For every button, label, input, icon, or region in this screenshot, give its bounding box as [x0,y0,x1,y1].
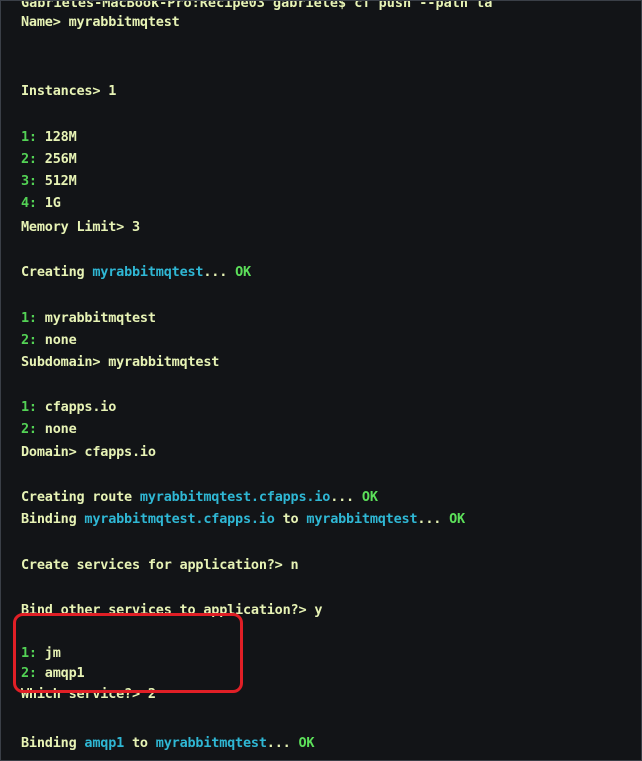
instances-prompt-line: Instances> 1 [21,82,116,100]
binding-service-line-part: ... [266,735,299,751]
service-selection-highlight [13,613,243,693]
memory-option-1-part: 1: [21,129,37,145]
domain-prompt-line-part: Domain> cfapps.io [21,444,156,460]
binding-route-line-part: to [274,511,307,527]
binding-route-line-part: ... [417,511,450,527]
creating-route-line-part: myrabbitmqtest.cfapps.io [139,489,331,505]
binding-service-line-part: myrabbitmqtest [155,735,267,751]
domain-prompt-line: Domain> cfapps.io [21,443,156,461]
creating-app-line-part: myrabbitmqtest [92,264,204,280]
create-services-prompt-line: Create services for application?> n [21,556,299,574]
name-prompt-line: Name> myrabbitmqtest [21,13,180,31]
memory-option-1: 1: 128M [21,128,77,146]
creating-app-line-part: Creating [21,264,93,280]
binding-service-line-part: amqp1 [84,735,125,751]
memory-option-4-part: 4: [21,195,37,211]
subdomain-option-2-part: 2: [21,332,37,348]
instances-prompt-line-part: Instances> 1 [21,83,117,99]
binding-route-line-part: OK [449,511,465,527]
creating-route-line-part: OK [361,489,378,505]
binding-service-line-part: to [124,735,156,751]
memory-option-4: 4: 1G [21,194,61,212]
subdomain-option-2-part: none [36,332,77,348]
binding-route-line-part: myrabbitmqtest.cfapps.io [84,511,275,527]
subdomain-prompt-line: Subdomain> myrabbitmqtest [21,353,219,371]
memory-option-3-part: 512M [36,173,77,189]
memory-limit-prompt-line: Memory Limit> 3 [21,218,140,236]
domain-option-1-part: cfapps.io [36,399,117,415]
memory-option-4-part: 1G [36,195,61,211]
name-prompt-line-part: Name> myrabbitmqtest [21,14,180,30]
subdomain-option-2: 2: none [21,331,77,349]
create-services-prompt-line-part: Create services for application?> n [21,557,299,573]
domain-option-1-part: 1: [21,399,37,415]
memory-option-3-part: 3: [21,173,37,189]
creating-route-line: Creating route myrabbitmqtest.cfapps.io.… [21,488,378,506]
subdomain-option-1: 1: myrabbitmqtest [21,309,156,327]
memory-option-1-part: 128M [36,129,77,145]
memory-option-2: 2: 256M [21,150,77,168]
subdomain-option-1-part: myrabbitmqtest [36,310,156,326]
memory-limit-prompt-line-part: Memory Limit> 3 [21,219,140,235]
creating-route-line-part: Creating route [21,489,140,505]
subdomain-prompt-line-part: Subdomain> myrabbitmqtest [21,354,220,370]
creating-app-line-part: OK [235,264,251,280]
subdomain-option-1-part: 1: [21,310,37,326]
creating-app-line-part: ... [203,264,236,280]
binding-service-line-part: OK [298,735,315,751]
binding-route-line-part: Binding [21,511,85,527]
memory-option-2-part: 256M [36,151,77,167]
terminal-window[interactable]: Gabrieles-MacBook-Pro:Recipe03 gabriele$… [0,0,642,761]
memory-option-3: 3: 512M [21,172,77,190]
memory-option-2-part: 2: [21,151,37,167]
domain-option-2-part: none [36,421,77,437]
creating-app-line: Creating myrabbitmqtest... OK [21,263,251,281]
domain-option-2-part: 2: [21,421,37,437]
binding-service-line-part: Binding [21,735,85,751]
binding-route-line-part: myrabbitmqtest [306,511,418,527]
domain-option-2: 2: none [21,420,77,438]
domain-option-1: 1: cfapps.io [21,398,116,416]
creating-route-line-part: ... [330,489,362,505]
binding-route-line: Binding myrabbitmqtest.cfapps.io to myra… [21,510,465,528]
binding-service-line: Binding amqp1 to myrabbitmqtest... OK [21,734,315,752]
